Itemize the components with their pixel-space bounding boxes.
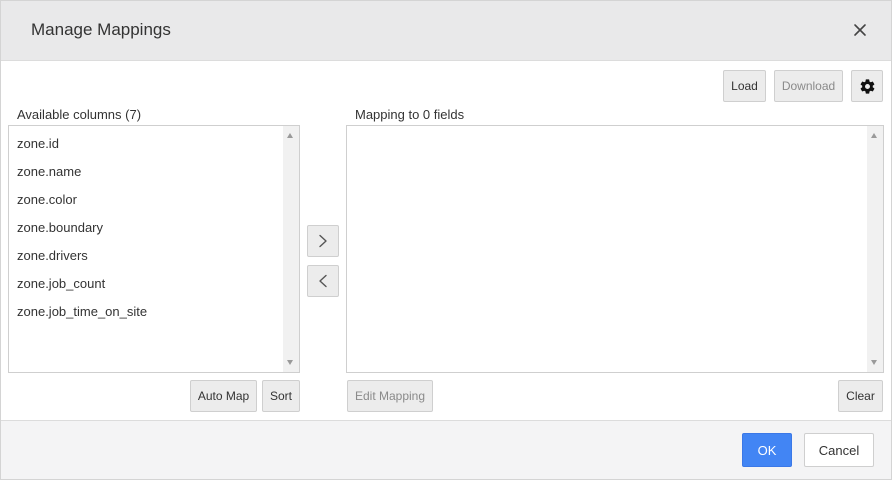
- move-right-button[interactable]: [307, 225, 339, 257]
- mapping-label: Mapping to 0 fields: [355, 107, 465, 122]
- settings-button[interactable]: [851, 70, 883, 102]
- list-item[interactable]: zone.job_time_on_site: [17, 303, 147, 331]
- sort-button[interactable]: Sort: [262, 380, 300, 412]
- cancel-button[interactable]: Cancel: [804, 433, 874, 467]
- chevron-left-icon: [319, 274, 327, 288]
- edit-mapping-button[interactable]: Edit Mapping: [347, 380, 433, 412]
- download-button[interactable]: Download: [774, 70, 843, 102]
- list-item[interactable]: zone.boundary: [17, 219, 147, 247]
- available-items: zone.id zone.name zone.color zone.boundary z…: [17, 135, 147, 331]
- chevron-right-icon: [319, 234, 327, 248]
- mapping-list[interactable]: [346, 125, 884, 373]
- scroll-down-icon[interactable]: [871, 360, 877, 365]
- auto-map-button[interactable]: Auto Map: [190, 380, 257, 412]
- list-item[interactable]: zone.color: [17, 191, 147, 219]
- dialog-title: Manage Mappings: [31, 20, 171, 39]
- list-item[interactable]: zone.name: [17, 163, 147, 191]
- scroll-down-icon[interactable]: [287, 360, 293, 365]
- load-button[interactable]: Load: [723, 70, 766, 102]
- move-left-button[interactable]: [307, 265, 339, 297]
- available-columns-label: Available columns (7): [17, 107, 142, 122]
- scroll-up-icon[interactable]: [287, 133, 293, 138]
- available-scrollbar[interactable]: [283, 126, 299, 372]
- list-item[interactable]: zone.job_count: [17, 275, 147, 303]
- manage-mappings-dialog: Manage Mappings Load Download Available …: [0, 0, 892, 480]
- list-item[interactable]: zone.id: [17, 135, 147, 163]
- ok-button[interactable]: OK: [742, 433, 792, 467]
- dialog-header: Manage Mappings: [1, 1, 891, 61]
- mapping-scrollbar[interactable]: [867, 126, 883, 372]
- list-item[interactable]: zone.drivers: [17, 247, 147, 275]
- scroll-up-icon[interactable]: [871, 133, 877, 138]
- dialog-footer: OK Cancel: [1, 420, 891, 479]
- clear-button[interactable]: Clear: [838, 380, 883, 412]
- gear-icon: [860, 78, 874, 94]
- available-columns-list[interactable]: zone.id zone.name zone.color zone.boundary z…: [8, 125, 300, 373]
- close-icon[interactable]: [849, 19, 871, 41]
